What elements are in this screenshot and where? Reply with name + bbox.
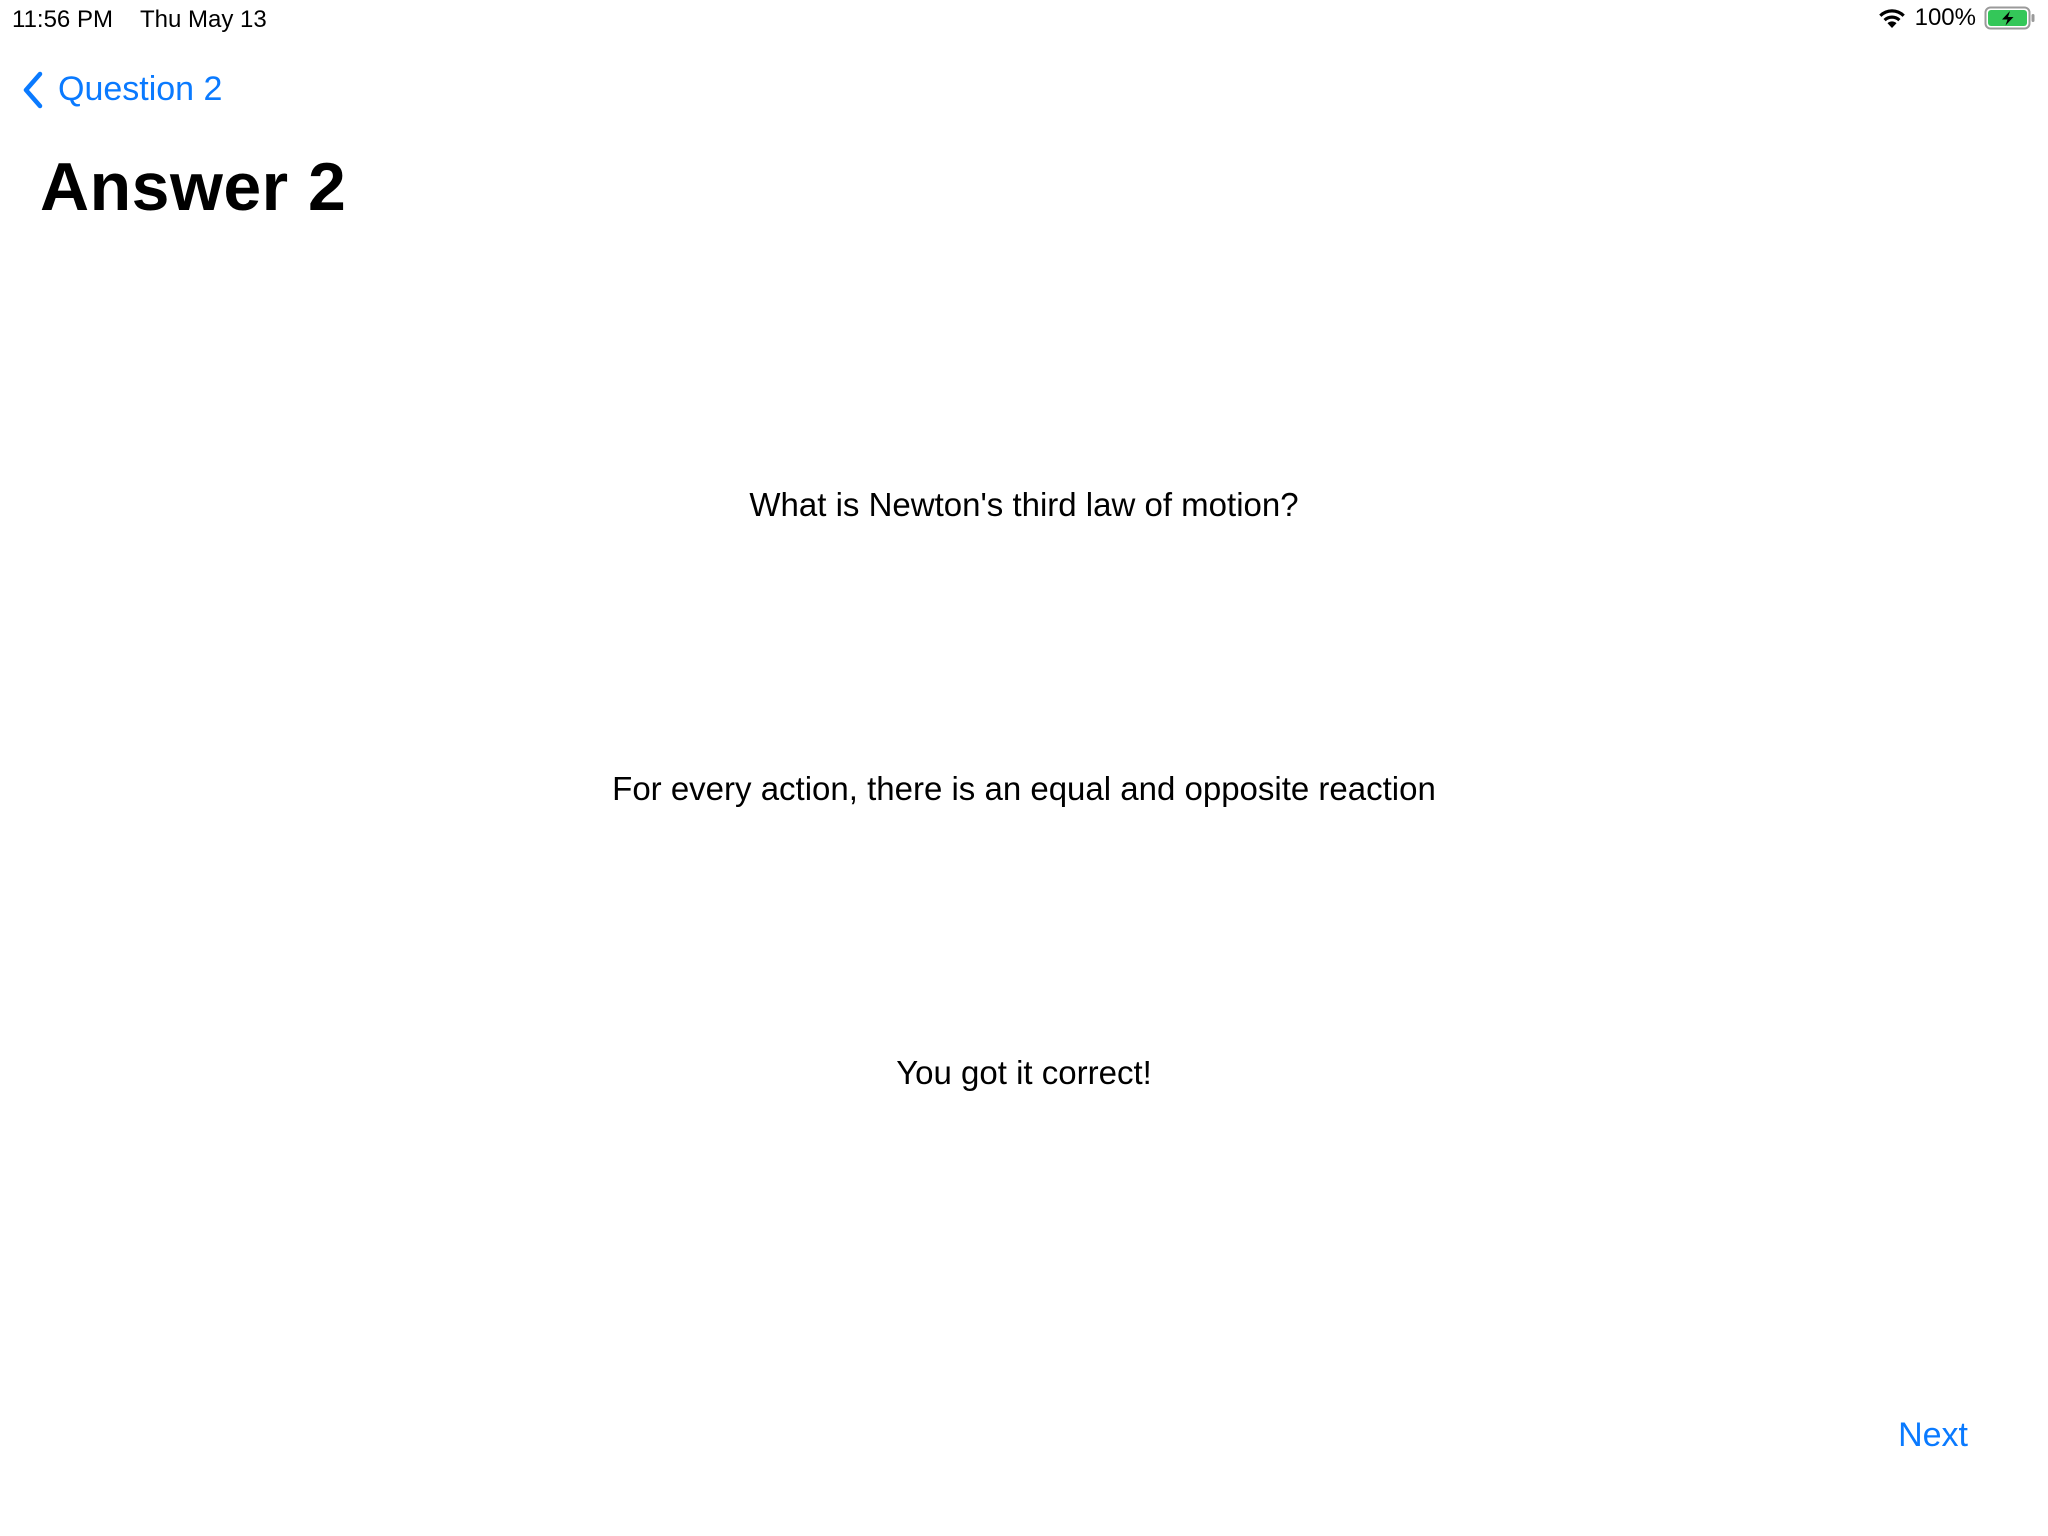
back-button[interactable]: Question 2 xyxy=(22,70,222,109)
page-title: Answer 2 xyxy=(40,149,347,225)
chevron-left-icon xyxy=(22,71,44,109)
battery-percent: 100% xyxy=(1914,4,1976,31)
screen: 11:56 PM Thu May 13 100% Question 2 Answ… xyxy=(0,0,2048,1536)
status-time: 11:56 PM xyxy=(12,6,113,33)
battery-charging-icon xyxy=(1984,5,2036,31)
wifi-icon xyxy=(1877,6,1907,30)
back-button-label: Question 2 xyxy=(58,70,223,108)
result-text: You got it correct! xyxy=(896,1054,1152,1091)
status-bar: 11:56 PM Thu May 13 100% xyxy=(0,0,2048,40)
question-text: What is Newton's third law of motion? xyxy=(749,486,1299,523)
answer-text: For every action, there is an equal and … xyxy=(612,770,1436,807)
status-date: Thu May 13 xyxy=(140,6,267,33)
status-indicators: 100% xyxy=(1877,4,2036,32)
next-button[interactable]: Next xyxy=(1898,1416,1968,1455)
